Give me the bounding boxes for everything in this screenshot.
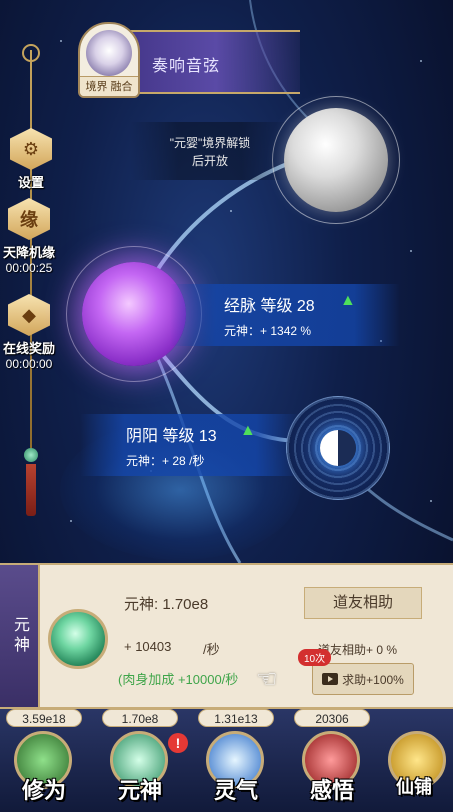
nav-label: 修为 (21, 778, 66, 804)
nav-label: 灵气 (213, 778, 258, 804)
realm-avatar[interactable]: 境界 融合 (78, 22, 140, 98)
video-help-label: 求助+100% (342, 672, 404, 687)
times-badge: 10次 (298, 649, 332, 666)
alert-icon: ! (168, 733, 188, 753)
bottom-nav: 3.59e18 修为 1.70e8 元神 ! 1.31e13 灵气 20306 … (0, 709, 453, 812)
nav-value: 20306 (294, 709, 370, 727)
yinyang-title: 阴阳 等级 13 (126, 428, 217, 445)
yinyang-icon (320, 430, 356, 466)
nav-aura[interactable]: 1.31e13 灵气 (192, 709, 274, 812)
unlock-notice-line2: 后开放 (191, 154, 228, 168)
spirit-total: 元神: 1.70e8 (124, 596, 209, 613)
body-bonus: (肉身加成 +10000/秒 (118, 672, 239, 687)
spirit-rate: + 10403 (124, 639, 172, 654)
spirit-rate-unit: /秒 (203, 642, 220, 657)
fate-label: 天降机缘 (2, 245, 55, 260)
nav-value: 1.31e13 (198, 709, 274, 727)
nav-label: 感悟 (309, 778, 354, 804)
avatar-image (86, 30, 132, 76)
fate-button[interactable]: 缘 天降机缘 00:00:25 (0, 198, 64, 275)
fate-icon: 缘 (8, 198, 50, 240)
avatar-label: 境界 融合 (80, 76, 138, 96)
gear-icon: ⚙ (10, 128, 52, 170)
meridian-stat-panel[interactable]: 经脉 等级 28 ▲ 元神：+ 1342 % (170, 284, 400, 346)
nav-label: 元神 (117, 778, 162, 804)
fate-timer: 00:00:25 (5, 261, 53, 275)
nav-label: 仙铺 (396, 777, 432, 798)
locked-node-sphere[interactable] (284, 108, 388, 212)
unlock-notice-line1: "元婴"境界解锁 (169, 136, 251, 150)
yinyang-stat: 元神：+ 28 /秒 (126, 454, 205, 468)
nav-insight[interactable]: 20306 感悟 (288, 709, 370, 812)
video-help-button[interactable]: 求助+100% (312, 663, 414, 695)
upgrade-arrow-icon[interactable]: ▲ (240, 422, 256, 440)
online-reward-button[interactable]: ◆ 在线奖励 00:00:00 (0, 294, 64, 371)
spirit-tab[interactable]: 元神 (0, 565, 40, 707)
play-video-icon (322, 673, 339, 685)
settings-label: 设置 (17, 175, 44, 190)
meridian-title: 经脉 等级 28 (224, 298, 315, 315)
nav-cultivation[interactable]: 3.59e18 修为 (0, 709, 82, 812)
spirit-panel: 元神 元神: 1.70e8 + 10403 /秒 (肉身加成 +10000/秒 … (0, 563, 453, 709)
upgrade-arrow-icon[interactable]: ▲ (340, 292, 356, 310)
nav-shop[interactable]: 仙铺 (374, 709, 453, 812)
banner-title: 奏响音弦 (152, 58, 221, 75)
nav-spirit[interactable]: 1.70e8 元神 (96, 709, 178, 812)
unlock-notice: "元婴"境界解锁 后开放 (130, 122, 290, 180)
spirit-orb-icon (48, 609, 108, 669)
nav-value: 3.59e18 (6, 709, 82, 727)
yinyang-stat-panel[interactable]: 阴阳 等级 13 ▲ 元神：+ 28 /秒 (80, 414, 300, 476)
online-reward-timer: 00:00:00 (5, 357, 53, 371)
settings-button[interactable]: ⚙ 设置 (0, 128, 66, 191)
nav-value: 1.70e8 (102, 709, 178, 727)
friend-help-title: 道友相助 (304, 587, 422, 619)
pointing-hand-icon: ☜ (256, 666, 278, 693)
meridian-stat: 元神：+ 1342 % (224, 324, 312, 338)
ingot-icon: ◆ (8, 294, 50, 336)
online-reward-label: 在线奖励 (2, 341, 55, 356)
tassel-decoration (20, 448, 42, 520)
